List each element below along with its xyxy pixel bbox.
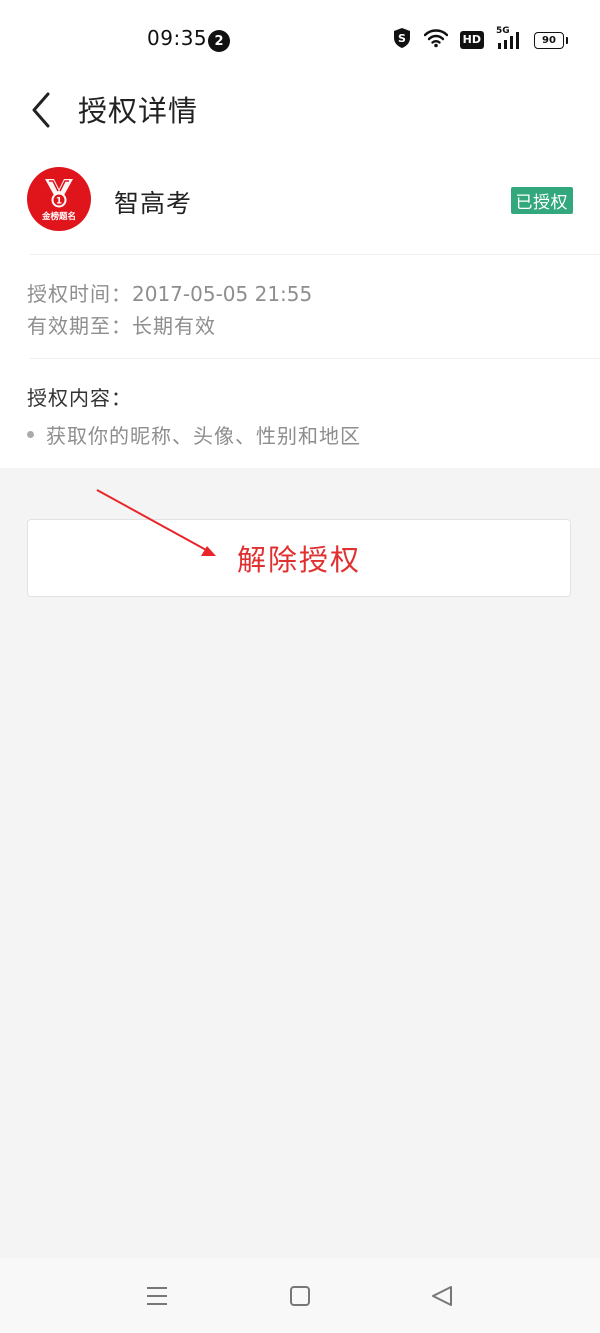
menu-icon [147, 1287, 167, 1305]
menu-button[interactable] [143, 1282, 171, 1310]
auth-time-label: 授权时间： [27, 282, 132, 306]
logo-text: 金榜题名 [41, 211, 76, 222]
notification-count-badge: 2 [208, 30, 230, 52]
permission-text: 获取你的昵称、头像、性别和地区 [46, 424, 361, 448]
app-info-card: 1 金榜题名 智高考 已授权 授权时间：2017-05-05 21:55 有效期… [0, 150, 600, 468]
status-icons: S HD 5G 90 [392, 26, 568, 53]
back-button[interactable] [22, 86, 62, 130]
validity-row: 有效期至：长期有效 [27, 310, 216, 339]
page-title: 授权详情 [78, 94, 199, 128]
wifi-icon [423, 28, 448, 52]
permission-list-item: 获取你的昵称、头像、性别和地区 [27, 420, 361, 449]
home-button[interactable] [286, 1282, 314, 1310]
app-name: 智高考 [114, 189, 193, 218]
logo-rank-text: 1 [56, 197, 62, 207]
signal-5g-icon: 5G [496, 26, 522, 51]
chevron-left-icon [32, 92, 50, 128]
bullet-icon [27, 431, 34, 438]
medal-icon: 1 金榜题名 [41, 179, 76, 222]
auth-time-value: 2017-05-05 21:55 [132, 282, 313, 306]
divider [30, 254, 600, 255]
svg-text:S: S [398, 32, 406, 45]
system-back-button[interactable] [428, 1282, 456, 1310]
divider [30, 358, 600, 359]
validity-value: 长期有效 [132, 314, 216, 338]
back-triangle-icon [432, 1286, 452, 1306]
app-logo: 1 金榜题名 [27, 167, 91, 231]
home-icon [290, 1286, 310, 1306]
hd-icon: HD [459, 31, 484, 49]
battery-icon: 90 [534, 31, 568, 49]
status-badge: 已授权 [510, 187, 573, 214]
status-bar: 09:35 2 S HD 5G 90 [0, 0, 600, 80]
revoke-authorization-button[interactable]: 解除授权 [27, 519, 571, 597]
validity-label: 有效期至： [27, 314, 132, 338]
header: 授权详情 [0, 80, 600, 150]
auth-time-row: 授权时间：2017-05-05 21:55 [27, 278, 312, 307]
status-time: 09:35 [147, 26, 208, 50]
shield-s-icon: S [392, 27, 412, 53]
system-nav-bar [0, 1258, 600, 1333]
auth-content-title: 授权内容： [27, 386, 132, 410]
